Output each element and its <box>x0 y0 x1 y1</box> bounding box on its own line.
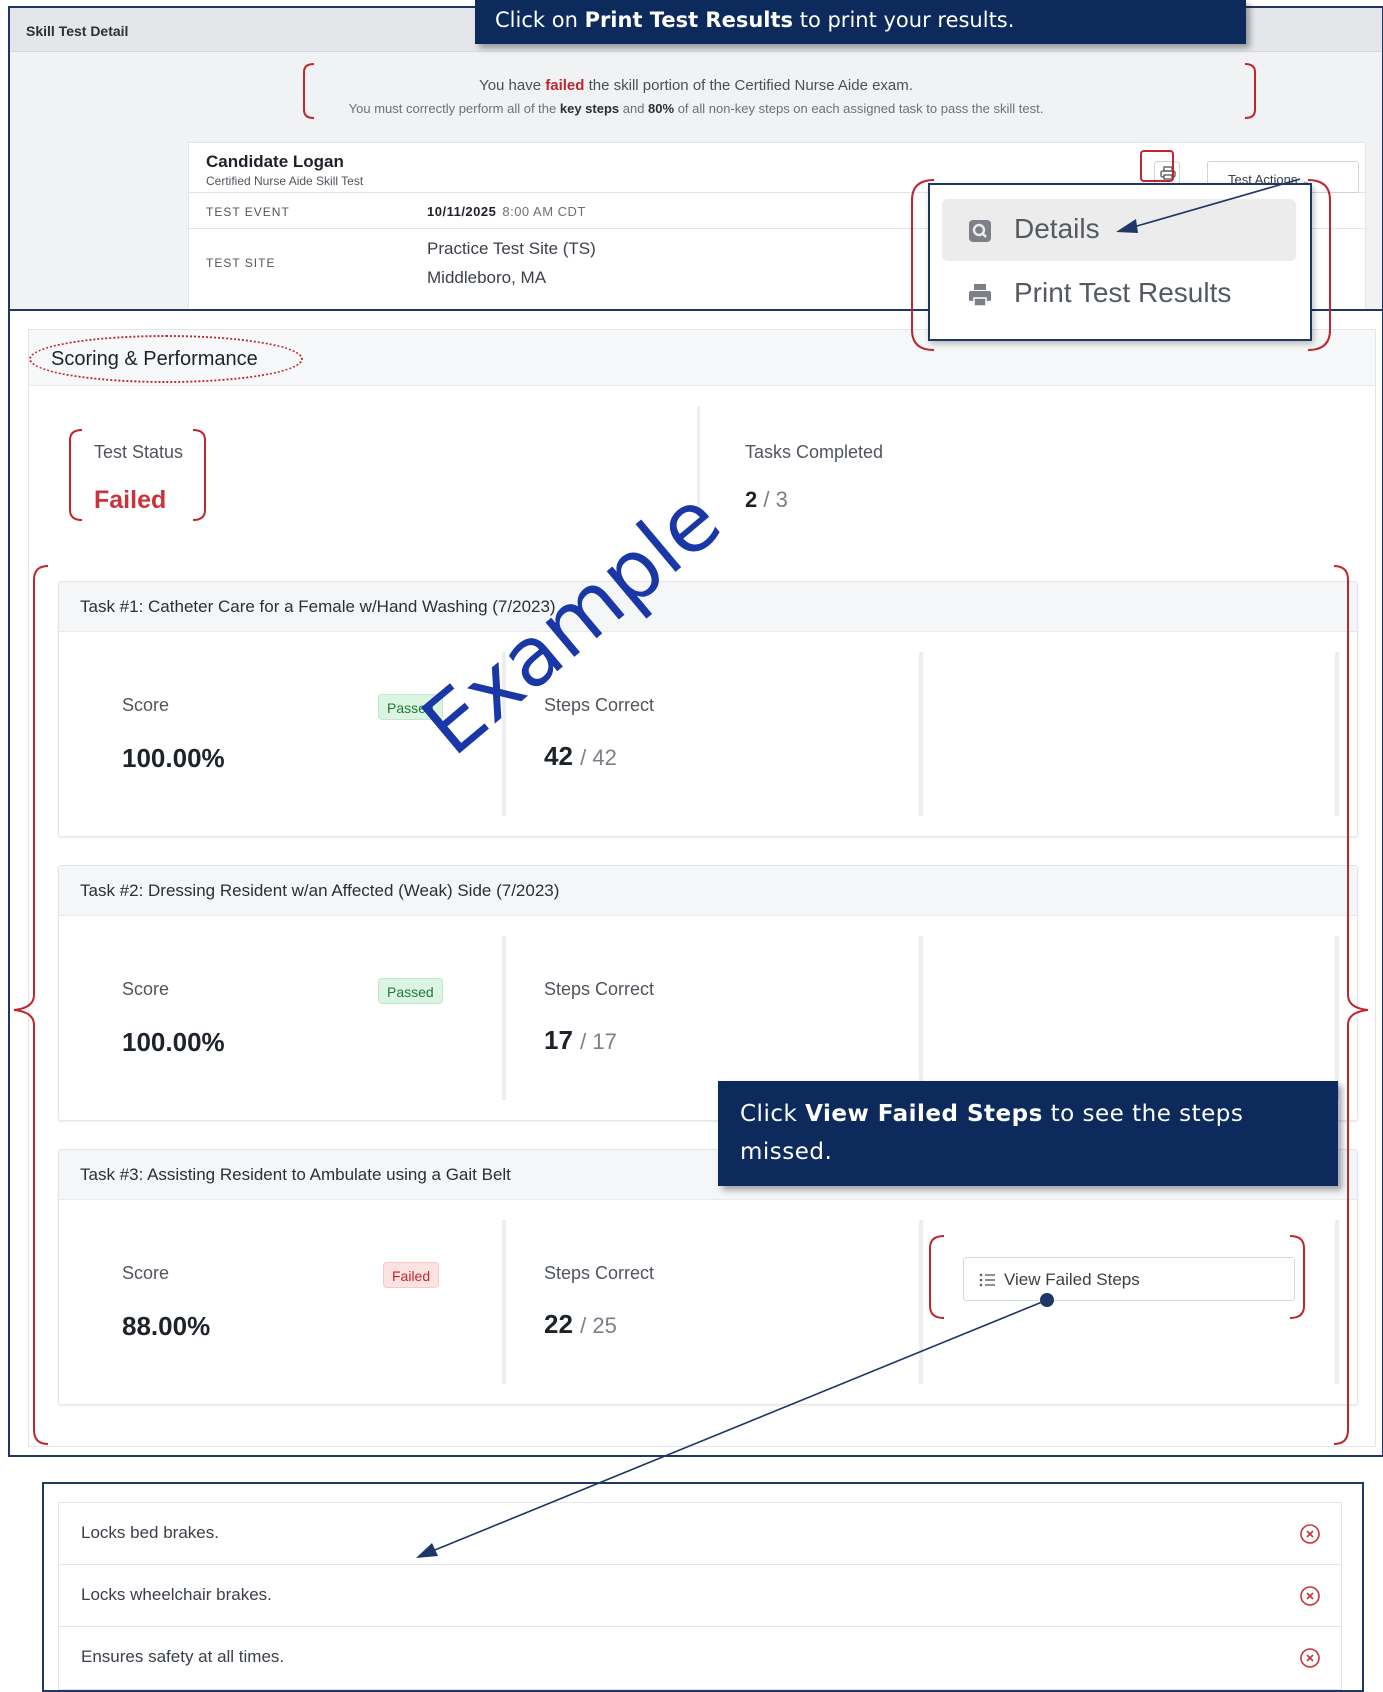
list-item: Locks wheelchair brakes. <box>59 1565 1341 1627</box>
column-divider <box>502 1220 506 1384</box>
tasks-completed-label: Tasks Completed <box>745 442 884 462</box>
task-title: Task #1: Catheter Care for a Female w/Ha… <box>80 597 556 616</box>
list-item: Locks bed brakes. <box>59 1503 1341 1565</box>
menu-item-print-test-results[interactable]: Print Test Results <box>942 263 1296 325</box>
score-value: 88.00% <box>122 1311 211 1341</box>
status-badge: Passed <box>378 978 443 1004</box>
list-icon <box>979 1273 995 1287</box>
score-label: Score <box>122 1263 170 1283</box>
failed-step-text: Locks bed brakes. <box>81 1523 219 1542</box>
menu-item-details[interactable]: Details <box>942 199 1296 261</box>
task-header: Task #2: Dressing Resident w/an Affected… <box>59 866 1357 916</box>
task-card-1: Task #1: Catheter Care for a Female w/Ha… <box>58 581 1358 837</box>
print-callout: Click on Print Test Results to print you… <box>475 0 1246 44</box>
candidate-test-type: Certified Nurse Aide Skill Test <box>206 174 364 188</box>
steps-correct-label: Steps Correct <box>544 979 655 999</box>
column-divider <box>1335 936 1339 1100</box>
magnifier-doc-icon <box>969 220 991 242</box>
failed-x-icon <box>1300 1586 1320 1606</box>
failed-steps-callout: Click View Failed Steps to see the steps… <box>718 1081 1338 1186</box>
test-event-label: TEST EVENT <box>206 205 290 219</box>
column-divider <box>1335 652 1339 816</box>
tasks-completed-value: 2 / 3 <box>745 487 788 512</box>
failed-steps-panel: Locks bed brakes. Locks wheelchair brake… <box>42 1482 1364 1692</box>
test-status-value: Failed <box>94 486 167 514</box>
view-failed-steps-button[interactable]: View Failed Steps <box>963 1257 1295 1301</box>
failed-step-text: Locks wheelchair brakes. <box>81 1585 272 1604</box>
task-header: Task #1: Catheter Care for a Female w/Ha… <box>59 582 1357 632</box>
fail-word: failed <box>545 77 585 94</box>
task-title: Task #2: Dressing Resident w/an Affected… <box>80 881 560 900</box>
test-site-label: TEST SITE <box>206 256 276 270</box>
menu-item-label: Print Test Results <box>1014 277 1232 308</box>
steps-correct-label: Steps Correct <box>544 695 655 715</box>
candidate-name: Candidate Logan <box>206 152 344 171</box>
fail-notice-line1: You have failed the skill portion of the… <box>479 77 913 94</box>
task-card-3: Task #3: Assisting Resident to Ambulate … <box>58 1149 1358 1405</box>
column-divider <box>502 936 506 1100</box>
steps-correct-value: 22 / 25 <box>544 1309 617 1339</box>
task-title: Task #3: Assisting Resident to Ambulate … <box>80 1165 511 1184</box>
print-button[interactable] <box>1154 161 1180 185</box>
failed-steps-list: Locks bed brakes. Locks wheelchair brake… <box>58 1502 1342 1690</box>
test-site-location: Middleboro, MA <box>427 268 547 287</box>
fail-notice-line2: You must correctly perform all of the ke… <box>348 101 1044 116</box>
steps-correct-value: 17 / 17 <box>544 1025 617 1055</box>
test-event-value: 10/11/2025 8:00 AM CDT <box>427 204 586 219</box>
menu-item-label: Details <box>1014 213 1100 244</box>
failed-x-icon <box>1300 1648 1320 1668</box>
scoring-panel: Scoring & Performance Test Status Failed… <box>8 309 1383 1457</box>
view-failed-steps-label: View Failed Steps <box>1004 1270 1140 1289</box>
column-divider <box>919 936 923 1100</box>
test-actions-menu: Details Print Test Results <box>928 183 1312 341</box>
score-label: Score <box>122 695 170 715</box>
column-divider <box>919 652 923 816</box>
printer-icon <box>969 284 991 307</box>
failed-x-icon <box>1300 1524 1320 1544</box>
steps-correct-value: 42 / 42 <box>544 741 617 771</box>
test-status-label: Test Status <box>94 442 184 462</box>
column-divider <box>1335 1220 1339 1384</box>
score-label: Score <box>122 979 170 999</box>
performance-title: Scoring & Performance <box>51 348 258 370</box>
failed-step-text: Ensures safety at all times. <box>81 1647 285 1666</box>
steps-correct-label: Steps Correct <box>544 1263 655 1283</box>
status-badge: Failed <box>383 1262 440 1288</box>
printer-icon <box>1160 166 1176 180</box>
page-title: Skill Test Detail <box>26 23 129 39</box>
test-site-name: Practice Test Site (TS) <box>427 239 596 258</box>
score-value: 100.00% <box>122 743 225 773</box>
list-item: Ensures safety at all times. <box>59 1627 1341 1689</box>
column-divider <box>919 1220 923 1384</box>
score-value: 100.00% <box>122 1027 225 1057</box>
